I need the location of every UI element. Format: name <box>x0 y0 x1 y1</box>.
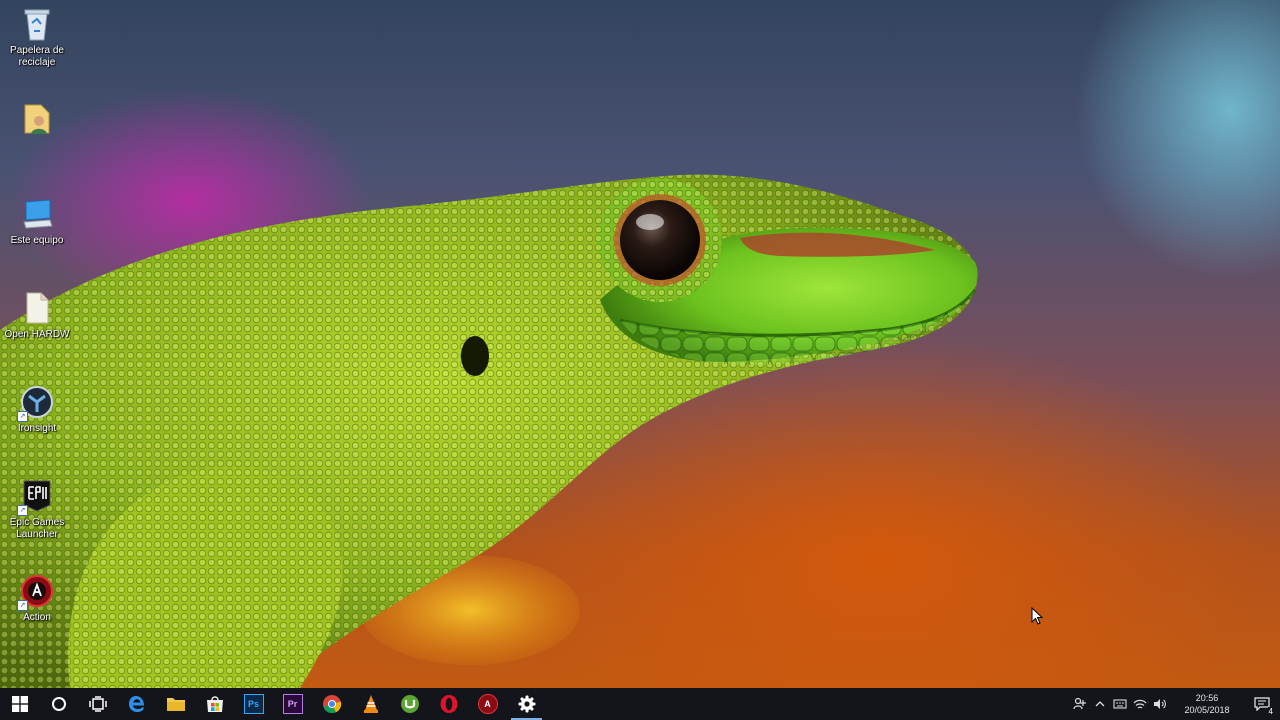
opera-icon <box>440 695 457 713</box>
edge-icon <box>128 696 144 712</box>
taskbar: Ps Pr A 20:56 20/05/2018 4 <box>0 688 1280 720</box>
start-button[interactable] <box>0 688 39 720</box>
vlc-icon <box>363 695 378 713</box>
user-folder-icon <box>19 100 55 136</box>
action-center-button[interactable]: 4 <box>1244 688 1280 720</box>
shortcut-arrow-icon: ↗ <box>17 600 28 611</box>
cortana-search-icon <box>51 697 66 711</box>
taskbar-clock[interactable]: 20:56 20/05/2018 <box>1176 692 1238 716</box>
people-icon <box>1073 697 1086 710</box>
taskbar-app-store[interactable] <box>195 688 234 720</box>
desktop-icon-epic-games[interactable]: ↗ Epic Games Launcher <box>4 478 70 541</box>
taskbar-app-edge[interactable] <box>117 688 156 720</box>
volume-button[interactable] <box>1150 688 1170 720</box>
taskbar-app-action[interactable]: A <box>468 688 507 720</box>
document-icon <box>19 290 55 326</box>
taskbar-app-file-explorer[interactable] <box>156 688 195 720</box>
store-icon <box>206 696 223 712</box>
windows-start-icon <box>11 696 28 712</box>
system-tray: 20:56 20/05/2018 4 <box>1070 688 1280 720</box>
taskbar-app-vlc[interactable] <box>351 688 390 720</box>
desktop-icon-ironsight[interactable]: ↗ Ironsight <box>4 384 70 435</box>
this-pc-icon <box>19 196 55 232</box>
desktop: Papelera de reciclaje Este equipo Open H… <box>0 0 1280 688</box>
desktop-icon-recycle-bin[interactable]: Papelera de reciclaje <box>4 6 70 69</box>
desktop-icon-user-folder[interactable] <box>4 100 70 139</box>
task-view-icon <box>88 696 107 712</box>
desktop-icon-this-pc[interactable]: Este equipo <box>4 196 70 247</box>
notification-count-badge: 4 <box>1267 707 1274 716</box>
desktop-icon-action[interactable]: ↗ Action <box>4 573 70 624</box>
taskbar-app-photoshop[interactable]: Ps <box>234 688 273 720</box>
mouse-cursor-icon <box>1031 607 1043 625</box>
show-hidden-icons-button[interactable] <box>1090 688 1110 720</box>
ironsight-icon: ↗ <box>17 384 55 422</box>
taskbar-app-premiere[interactable]: Pr <box>273 688 312 720</box>
action-icon: ↗ <box>17 573 55 611</box>
action-app-icon: A <box>477 694 498 714</box>
clock-time: 20:56 <box>1195 693 1219 703</box>
utorrent-icon <box>400 695 419 713</box>
network-button[interactable] <box>1130 688 1150 720</box>
people-button[interactable] <box>1070 688 1090 720</box>
shortcut-arrow-icon: ↗ <box>17 411 28 422</box>
settings-gear-icon <box>518 695 535 713</box>
taskbar-app-chrome[interactable] <box>312 688 351 720</box>
clock-date: 20/05/2018 <box>1184 705 1230 715</box>
taskbar-app-opera[interactable] <box>429 688 468 720</box>
keyboard-icon <box>1113 699 1127 709</box>
wifi-icon <box>1133 699 1147 709</box>
shortcut-arrow-icon: ↗ <box>17 505 28 516</box>
task-view-button[interactable] <box>78 688 117 720</box>
taskbar-app-utorrent[interactable] <box>390 688 429 720</box>
wallpaper-gecko <box>0 174 978 688</box>
epic-games-icon: ↗ <box>17 478 55 516</box>
taskbar-app-settings[interactable] <box>507 688 546 720</box>
chevron-up-icon <box>1095 701 1105 707</box>
photoshop-icon: Ps <box>243 694 264 714</box>
cortana-search-button[interactable] <box>39 688 78 720</box>
premiere-icon: Pr <box>282 694 303 714</box>
input-indicator-button[interactable] <box>1110 688 1130 720</box>
file-explorer-icon <box>166 698 185 711</box>
recycle-bin-icon <box>19 6 55 42</box>
desktop-icon-open-hardw[interactable]: Open HARDW <box>4 290 70 341</box>
speaker-icon <box>1154 699 1166 709</box>
chrome-icon <box>322 695 341 714</box>
